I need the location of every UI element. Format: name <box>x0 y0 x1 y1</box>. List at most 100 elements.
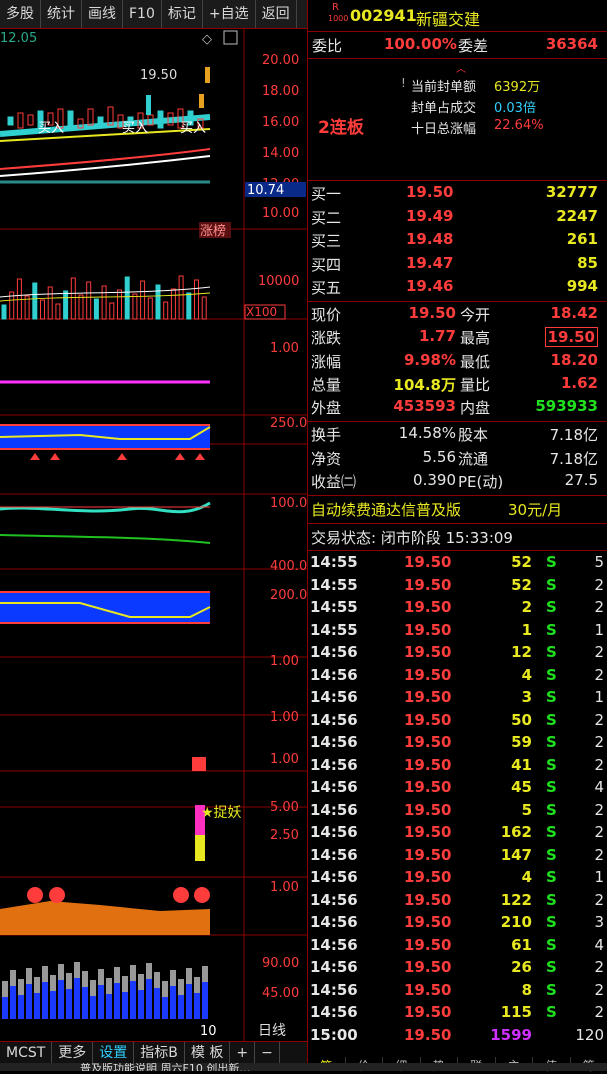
quote-label: 涨跌 <box>311 327 341 348</box>
tick-volume: 3 <box>522 688 532 706</box>
quote-label: 今开 <box>460 304 490 325</box>
chart-toolbar: 多股统计画线F10标记+自选返回 <box>0 0 307 29</box>
tick-volume: 122 <box>501 891 532 909</box>
tick-volume: 8 <box>522 981 532 999</box>
diamond-icon: ◇ <box>202 32 212 47</box>
chart-area[interactable]: 12.05◇20.0018.0016.0014.0012.0010.0010.7… <box>0 29 307 1041</box>
bottom-bar <box>50 991 56 1019</box>
news-ticker[interactable]: 普及版功能说明 周六F10 创出新… <box>0 1063 607 1071</box>
vol-bar <box>202 297 206 319</box>
stock-code: 002941 <box>350 6 417 25</box>
chevron-up-icon[interactable]: ︿ <box>456 60 466 75</box>
tick-side: S <box>546 891 557 909</box>
tick-volume: 4 <box>522 868 532 886</box>
bottom-bar <box>2 981 8 997</box>
quote-value: 19.50 <box>545 327 598 347</box>
bottom-bar <box>42 982 48 1019</box>
signal-circle <box>173 887 189 903</box>
indicator-tab-4[interactable]: 模 板 <box>185 1042 230 1064</box>
bottom-bar <box>18 979 24 995</box>
date-label: 10 <box>200 1024 217 1039</box>
signal-marker <box>192 757 206 771</box>
toolbar-button-0[interactable]: 多股 <box>0 0 41 28</box>
quote-panel: R 1000 002941 新疆交建 委比 100.00% 委差 36364 ︿… <box>307 0 607 1071</box>
tick-time: 14:56 <box>310 801 358 819</box>
quote-label: 外盘 <box>311 397 341 418</box>
tick-count: 2 <box>594 598 604 616</box>
tick-count: 4 <box>594 936 604 954</box>
indicator-tab-3[interactable]: 指标B <box>134 1042 185 1064</box>
seal-value-1: 6392万 <box>494 76 540 95</box>
vol-bar <box>48 287 52 319</box>
vol-bar <box>148 298 152 319</box>
bottom-bar <box>114 967 120 983</box>
tick-volume: 59 <box>511 733 532 751</box>
tick-time: 14:56 <box>310 733 358 751</box>
stock-name: 新疆交建 <box>416 6 480 30</box>
indicator-tab-0[interactable]: MCST <box>0 1042 52 1064</box>
marker-triangle <box>117 453 127 460</box>
vol-bar <box>102 286 106 319</box>
tick-time: 14:55 <box>310 598 358 616</box>
indicator-line <box>0 535 210 543</box>
quote-label: 最高 <box>460 327 490 348</box>
indicator-tab-2[interactable]: 设置 <box>93 1042 134 1064</box>
price-axis-label: 20.00 <box>262 53 299 68</box>
ma-label: 12.05 <box>0 31 37 46</box>
trade-label: 买入 <box>180 121 206 136</box>
bottom-bar <box>18 995 24 1019</box>
bottom-bar <box>178 995 184 1019</box>
tick-price: 19.50 <box>404 913 451 931</box>
tick-time: 14:56 <box>310 936 358 954</box>
tick-volume: 26 <box>511 958 532 976</box>
toolbar-button-3[interactable]: F10 <box>123 0 162 28</box>
price-axis-label: 10.00 <box>262 206 299 221</box>
vol-bar <box>87 282 91 319</box>
top-price-label: 19.50 <box>140 68 177 83</box>
bottom-bar <box>58 964 64 980</box>
toolbar-button-5[interactable]: +自选 <box>203 0 256 28</box>
tick-time: 14:56 <box>310 913 358 931</box>
tick-volume: 12 <box>511 643 532 661</box>
fund-label: 收益㈡ <box>311 471 356 492</box>
fund-value: 7.18亿 <box>550 448 598 469</box>
indicator-tabs: MCST更多设置指标B模 板+− <box>0 1041 307 1064</box>
bottom-bar <box>162 981 168 997</box>
vol-bar <box>110 303 114 319</box>
toolbar-button-4[interactable]: 标记 <box>162 0 203 28</box>
vol-bar <box>94 299 98 319</box>
bottom-bar <box>202 966 208 982</box>
promo-price[interactable]: 30元/月 <box>508 499 562 520</box>
indicator-tab-1[interactable]: 更多 <box>52 1042 93 1064</box>
quote-value: 9.98% <box>404 351 456 369</box>
tick-count: 1 <box>594 688 604 706</box>
bottom-bar <box>122 992 128 1019</box>
toolbar-button-1[interactable]: 统计 <box>41 0 82 28</box>
promo-row[interactable]: 自动续费通达信普及版 30元/月 <box>308 499 607 521</box>
info-icon: ! <box>401 76 406 90</box>
seal-value-3: 22.64% <box>494 118 544 133</box>
bottom-bar <box>66 989 72 1019</box>
tick-price: 19.50 <box>404 666 451 684</box>
r-badge-sub: 1000 <box>328 14 348 23</box>
tick-count: 3 <box>594 913 604 931</box>
indicator-axis-label: 100.0 <box>270 496 307 511</box>
indicator-tab-5[interactable]: + <box>230 1042 255 1064</box>
vol-bar <box>179 276 183 319</box>
toolbar-button-2[interactable]: 画线 <box>82 0 123 28</box>
bottom-bar <box>58 980 64 1019</box>
tick-side: S <box>546 778 557 796</box>
tick-price: 19.50 <box>404 756 451 774</box>
bid-volume: 2247 <box>556 207 598 225</box>
fund-label: 股本 <box>458 424 488 445</box>
indicator-axis-label: 5.00 <box>270 800 299 815</box>
indicator-axis-label: 1.00 <box>270 341 299 356</box>
vol-bar <box>64 291 68 319</box>
bottom-bar <box>10 986 16 1019</box>
toolbar-button-6[interactable]: 返回 <box>256 0 297 28</box>
indicator-tab-6[interactable]: − <box>255 1042 280 1064</box>
marker-triangle <box>195 453 205 460</box>
promo-text[interactable]: 自动续费通达信普及版 <box>311 499 461 520</box>
tick-price: 19.50 <box>404 598 451 616</box>
vol-bar <box>187 293 191 319</box>
